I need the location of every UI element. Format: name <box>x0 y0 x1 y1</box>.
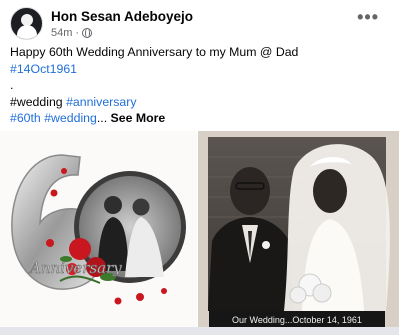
rose-bud-5 <box>114 297 122 305</box>
post-text: Happy 60th Wedding Anniversary to my Mum… <box>10 44 390 127</box>
separator-dot: · <box>75 27 80 39</box>
rose-bud-4 <box>136 293 144 301</box>
globe-icon[interactable] <box>82 28 93 38</box>
hashtag-wedding-2[interactable]: #wedding <box>44 111 97 125</box>
anniversary-graphic-photo[interactable]: Anniversary <box>0 131 197 335</box>
avatar-body <box>17 25 37 39</box>
hashtag-wedding[interactable]: #wedding <box>10 95 63 109</box>
text-line-1: Happy 60th Wedding Anniversary to my Mum… <box>10 45 299 59</box>
post-header: Hon Sesan Adeboyejo 54m · <box>10 7 193 40</box>
post-photos: Anniversary Our Wedding...October 14, 19… <box>0 131 399 335</box>
post-time[interactable]: 54m <box>51 26 72 40</box>
rose-large-1 <box>69 238 91 260</box>
ellipsis: ... <box>96 111 108 126</box>
wedding-photo-art <box>198 131 399 335</box>
bride-head <box>132 198 150 216</box>
bouquet-flower-2 <box>312 283 332 303</box>
wedding-photo[interactable]: Our Wedding...October 14, 1961 <box>198 131 399 335</box>
groom-boutonniere <box>262 241 270 249</box>
rose-bud-1 <box>46 239 54 247</box>
post-meta: Hon Sesan Adeboyejo 54m · <box>51 9 193 40</box>
see-more-link[interactable]: See More <box>111 111 166 125</box>
facebook-post: Hon Sesan Adeboyejo 54m · ••• Happy 60th… <box>0 0 399 335</box>
groom-face <box>230 167 270 215</box>
rose-bud-3 <box>61 168 67 174</box>
rose-bud-2 <box>50 189 58 197</box>
author-avatar[interactable] <box>10 7 43 40</box>
bride-face <box>313 169 347 213</box>
hashtag-60th[interactable]: #60th <box>10 111 41 125</box>
groom-head <box>104 196 122 214</box>
anniversary-graphic: Anniversary <box>0 131 197 335</box>
hashtag-anniversary[interactable]: #anniversary <box>66 95 136 109</box>
author-name[interactable]: Hon Sesan Adeboyejo <box>51 9 193 25</box>
anniversary-script-text: Anniversary <box>28 259 122 277</box>
text-line-dot: . <box>10 78 14 93</box>
hashtag-14oct1961[interactable]: #14Oct1961 <box>10 62 77 76</box>
bouquet-flower-3 <box>289 286 307 304</box>
more-options-button[interactable]: ••• <box>357 8 379 26</box>
next-content-strip <box>0 327 399 335</box>
rose-bud-6 <box>161 288 167 294</box>
post-subline: 54m · <box>51 26 193 40</box>
